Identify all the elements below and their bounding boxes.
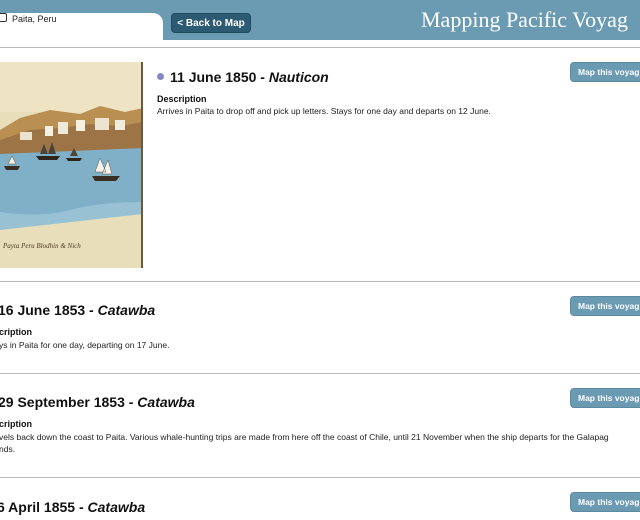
entry-date: 11 June 1850 - Nauticon xyxy=(157,69,329,85)
entry-date: 16 June 1853 - Catawba xyxy=(0,302,155,318)
divider xyxy=(0,477,640,478)
ship-name[interactable]: Catawba xyxy=(88,499,146,515)
svg-text:Payta Peru Blodhin: Payta Peru Blodhin & Nich xyxy=(2,242,81,250)
site-title: Mapping Pacific Voyag xyxy=(421,7,628,32)
description-label: cription xyxy=(0,419,32,429)
description-text: ys in Paita for one day, departing on 17… xyxy=(0,340,170,350)
ship-name[interactable]: Catawba xyxy=(98,302,156,318)
checkbox-icon[interactable] xyxy=(0,13,7,22)
entry-date-text: 16 June 1853 - xyxy=(0,302,98,318)
map-voyage-button[interactable]: Map this voyag xyxy=(570,492,640,512)
back-to-map-button[interactable]: < Back to Map xyxy=(171,13,251,33)
divider xyxy=(0,47,640,48)
description-text: vels back down the coast to Paita. Vario… xyxy=(0,432,609,442)
entry-date-text: 6 April 1855 - xyxy=(0,499,88,515)
entry-date-text: 29 September 1853 - xyxy=(0,394,138,410)
map-voyage-button[interactable]: Map this voyag xyxy=(570,388,640,408)
description-label: cription xyxy=(0,327,32,337)
ship-name[interactable]: Catawba xyxy=(137,394,195,410)
divider xyxy=(0,373,640,374)
map-voyage-button[interactable]: Map this voyag xyxy=(570,296,640,316)
entry-date-text: 11 June 1850 - xyxy=(170,69,269,85)
ship-name[interactable]: Nauticon xyxy=(269,69,329,85)
description-text-continued: nds. xyxy=(0,444,16,454)
bullet-icon xyxy=(157,73,164,80)
entry-date: 29 September 1853 - Catawba xyxy=(0,394,195,410)
description-label: Description xyxy=(157,94,207,104)
voyage-painting: Payta Peru Blodhin & Nich xyxy=(0,62,143,268)
description-text: Arrives in Paita to drop off and pick up… xyxy=(157,106,491,116)
entry-date: 6 April 1855 - Catawba xyxy=(0,499,145,515)
divider xyxy=(0,281,640,282)
map-voyage-button[interactable]: Map this voyag xyxy=(570,62,640,82)
location-label: Paita, Peru xyxy=(12,14,57,24)
painting-image: Payta Peru Blodhin & Nich xyxy=(0,62,141,268)
